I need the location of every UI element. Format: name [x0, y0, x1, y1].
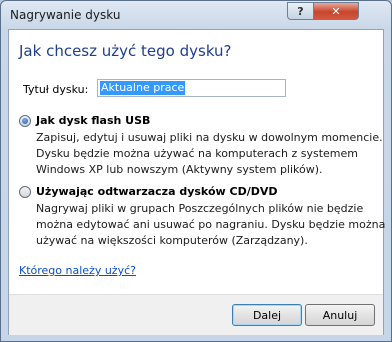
- option-usb-flash-line: Dysku będzie można używać na komputerach…: [36, 147, 358, 160]
- help-button[interactable]: ?: [287, 2, 314, 20]
- title-bar[interactable]: Nagrywanie dysku ? ✕: [1, 1, 391, 29]
- option-cd-dvd-line: można edytować ani usuwać po nagraniu. D…: [36, 218, 386, 231]
- option-usb-flash-description: Zapisuj, edytuj i usuwaj pliki na dysku …: [36, 130, 383, 178]
- dialog-heading: Jak chcesz użyć tego dysku?: [19, 42, 232, 60]
- option-cd-dvd-line: używać na większości komputerów (Zarządz…: [36, 234, 308, 247]
- next-button[interactable]: Dalej: [232, 304, 302, 326]
- option-cd-dvd-player[interactable]: Używając odtwarzacza dysków CD/DVD Nagry…: [19, 185, 386, 249]
- burn-disc-dialog: Nagrywanie dysku ? ✕ Jak chcesz użyć teg…: [0, 0, 392, 342]
- help-icon: ?: [297, 4, 304, 18]
- disc-title-value: Aktualne prace: [100, 81, 186, 95]
- option-usb-flash-line: Windows XP lub nowszym (Aktywny system p…: [36, 163, 323, 176]
- option-cd-dvd-description: Nagrywaj pliki w grupach Poszczególnych …: [36, 201, 386, 249]
- close-button[interactable]: ✕: [313, 2, 359, 20]
- dialog-content: Jak chcesz użyć tego dysku? Tytuł dysku:…: [8, 29, 386, 335]
- radio-usb-flash[interactable]: [19, 115, 31, 127]
- option-usb-flash[interactable]: Jak dysk flash USB Zapisuj, edytuj i usu…: [19, 114, 383, 176]
- button-bar: Dalej Anuluj: [9, 294, 383, 335]
- radio-cd-dvd-player[interactable]: [19, 186, 31, 198]
- option-cd-dvd-line: Nagrywaj pliki w grupach Poszczególnych …: [36, 202, 364, 215]
- option-usb-flash-line: Zapisuj, edytuj i usuwaj pliki na dysku …: [36, 131, 383, 144]
- option-cd-dvd-title: Używając odtwarzacza dysków CD/DVD: [36, 185, 278, 198]
- disc-title-label: Tytuł dysku:: [23, 83, 89, 96]
- disc-title-input[interactable]: Aktualne prace: [97, 79, 286, 97]
- option-usb-flash-title: Jak dysk flash USB: [36, 114, 151, 127]
- which-to-use-link[interactable]: Którego należy użyć?: [19, 264, 136, 277]
- close-icon: ✕: [331, 4, 341, 18]
- window-title: Nagrywanie dysku: [10, 8, 121, 22]
- cancel-button[interactable]: Anuluj: [305, 304, 375, 326]
